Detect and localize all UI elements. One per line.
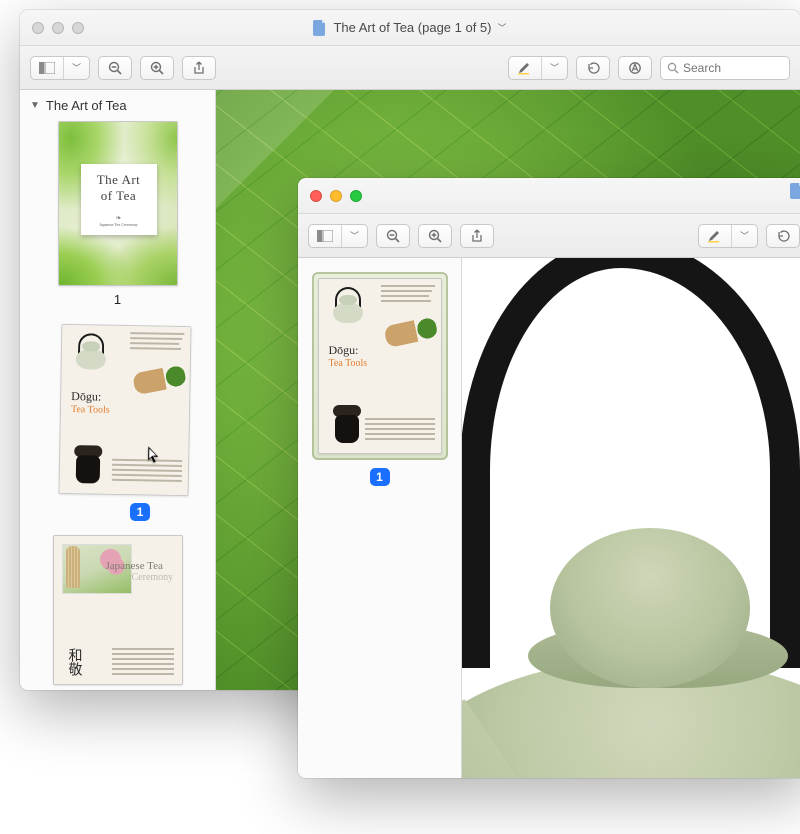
markup-button[interactable] — [618, 56, 652, 80]
window-title: The Art of Tea (page 1 of 5) ﹀ — [20, 20, 800, 36]
minimize-button[interactable] — [330, 190, 342, 202]
titlebar[interactable]: The Art of Tea (page 1 of 5) ﹀ — [20, 10, 800, 46]
search-input[interactable] — [683, 61, 773, 75]
thumbnails-sidebar[interactable]: ▼ The Art of Tea The Art of Tea Japanese… — [20, 90, 216, 690]
titlebar[interactable] — [298, 178, 800, 214]
share-button[interactable] — [460, 224, 494, 248]
page-art: Dōgu: Tea Tools — [319, 279, 441, 453]
zoom-out-button[interactable] — [376, 224, 410, 248]
zoom-button[interactable] — [72, 22, 84, 34]
page-badge: 1 — [370, 468, 390, 486]
page-art: Japanese Tea Ceremony 和敬 — [54, 536, 182, 684]
view-mode-button[interactable]: ﹀ — [308, 224, 368, 248]
page-thumbnail-1[interactable]: The Art of Tea Japanese Tea Ceremony — [58, 121, 178, 286]
title-chevron-icon[interactable]: ﹀ — [498, 21, 507, 34]
sidebar-doc-header[interactable]: ▼ The Art of Tea — [30, 98, 205, 113]
highlight-button[interactable]: ﹀ — [508, 56, 568, 80]
zoom-in-icon — [428, 229, 442, 243]
sidebar-view-icon — [309, 225, 341, 247]
zoom-out-icon — [386, 229, 400, 243]
zoom-out-icon — [108, 61, 122, 75]
preview-window-front: ﹀ ﹀ — [298, 178, 800, 778]
share-icon — [471, 229, 483, 243]
rotate-button[interactable] — [766, 224, 800, 248]
window-title-text: The Art of Tea (page 1 of 5) — [333, 20, 491, 35]
drag-page-badge: 1 — [130, 503, 150, 521]
zoom-in-icon — [150, 61, 164, 75]
highlighter-icon — [509, 57, 541, 79]
page-number-label: 1 — [114, 292, 121, 307]
traffic-lights — [298, 190, 362, 202]
zoom-button[interactable] — [350, 190, 362, 202]
rotate-icon — [586, 61, 600, 75]
traffic-lights — [20, 22, 84, 34]
sidebar-view-icon — [31, 57, 63, 79]
minimize-button[interactable] — [52, 22, 64, 34]
share-button[interactable] — [182, 56, 216, 80]
highlighter-icon — [699, 225, 731, 247]
zoom-in-button[interactable] — [140, 56, 174, 80]
sidebar-doc-title: The Art of Tea — [46, 98, 127, 113]
chevron-down-icon: ﹀ — [541, 57, 567, 79]
thumbnails-sidebar[interactable]: Dōgu: Tea Tools 1 — [298, 258, 462, 778]
zoom-in-button[interactable] — [418, 224, 452, 248]
rotate-button[interactable] — [576, 56, 610, 80]
page-art: Dōgu: Tea Tools — [60, 325, 191, 495]
toolbar: ﹀ ﹀ — [298, 214, 800, 258]
teapot-illustration — [462, 258, 800, 778]
selected-thumbnail-frame: Dōgu: Tea Tools — [312, 272, 448, 460]
share-icon — [193, 61, 205, 75]
dragged-page-thumbnail[interactable]: Dōgu: Tea Tools — [59, 324, 192, 496]
cover-title-card: The Art of Tea Japanese Tea Ceremony — [81, 164, 157, 235]
search-icon — [667, 62, 679, 74]
chevron-down-icon: ﹀ — [341, 225, 367, 247]
toolbar: ﹀ ﹀ — [20, 46, 800, 90]
zoom-out-button[interactable] — [98, 56, 132, 80]
document-viewer[interactable] — [462, 258, 800, 778]
chevron-down-icon: ﹀ — [63, 57, 89, 79]
highlight-button[interactable]: ﹀ — [698, 224, 758, 248]
document-proxy-icon[interactable] — [790, 183, 800, 199]
disclosure-triangle-icon[interactable]: ▼ — [30, 100, 40, 111]
chevron-down-icon: ﹀ — [731, 225, 757, 247]
rotate-icon — [776, 229, 790, 243]
view-mode-button[interactable]: ﹀ — [30, 56, 90, 80]
document-icon — [313, 20, 327, 36]
markup-icon — [628, 61, 642, 75]
close-button[interactable] — [310, 190, 322, 202]
page-thumbnail-2[interactable]: Japanese Tea Ceremony 和敬 — [53, 535, 183, 685]
search-field[interactable] — [660, 56, 790, 80]
close-button[interactable] — [32, 22, 44, 34]
page-thumbnail-1[interactable]: Dōgu: Tea Tools — [318, 278, 442, 454]
